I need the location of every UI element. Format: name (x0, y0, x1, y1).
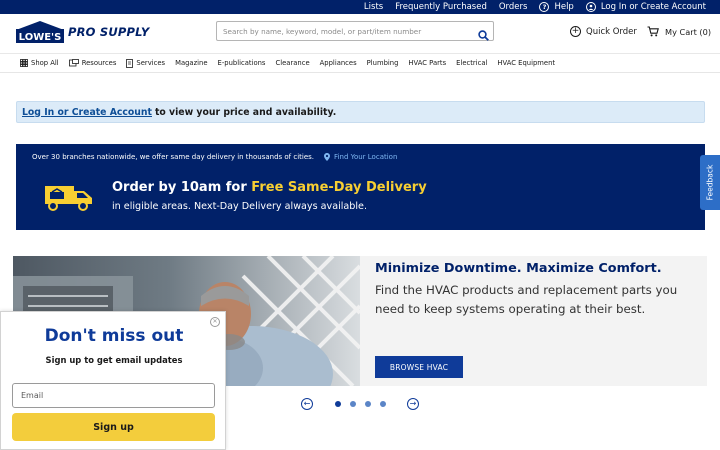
signup-button[interactable]: Sign up (12, 413, 215, 441)
carousel-dot-2[interactable] (350, 401, 356, 407)
find-location-link[interactable]: Find Your Location (324, 153, 397, 161)
header: LOWE'S PRO SUPPLY + Quick Order My Cart … (0, 14, 720, 54)
quick-order-button[interactable]: + Quick Order (570, 26, 637, 37)
orders-link[interactable]: Orders (499, 2, 528, 12)
nav-item-magazine[interactable]: Magazine (175, 59, 207, 67)
grid-icon (20, 59, 28, 67)
help-link[interactable]: ? Help (539, 2, 574, 12)
delivery-truck-icon (44, 182, 94, 216)
services-icon (126, 58, 134, 68)
arrow-right-icon: → (409, 399, 417, 408)
email-signup-popup: ✕ Don't miss out Sign up to get email up… (0, 311, 226, 450)
plus-circle-icon: + (570, 26, 581, 37)
question-circle-icon: ? (539, 2, 550, 12)
resources-icon (68, 59, 79, 67)
hero-text: Find the HVAC products and replacement p… (375, 283, 678, 316)
carousel-dot-1[interactable] (335, 401, 341, 407)
promo-subline: in eligible areas. Next-Day Delivery alw… (112, 201, 368, 212)
cart-button[interactable]: My Cart (0) (647, 26, 711, 37)
login-notice: Log In or Create Account to view your pr… (16, 101, 705, 123)
nav-item-clearance[interactable]: Clearance (275, 59, 309, 67)
email-input[interactable] (12, 383, 215, 408)
orders-label: Orders (498, 2, 528, 12)
logo-pro-supply-text: PRO SUPPLY (68, 25, 150, 39)
nav-label: Resources (81, 59, 117, 67)
nav-item-services[interactable]: Services (126, 58, 166, 68)
branches-text: Over 30 branches nationwide, we offer sa… (32, 153, 315, 161)
logo-brand-text: LOWE'S (19, 32, 62, 43)
hero-title: Minimize Downtime. Maximize Comfort. (375, 261, 662, 276)
promo-headline: Order by 10am for Free Same-Day Delivery (112, 180, 427, 195)
frequently-purchased-link[interactable]: Frequently Purchased (395, 2, 487, 12)
lowes-logo-mark: LOWE'S (16, 21, 64, 43)
frequently-purchased-label: Frequently Purchased (395, 2, 487, 12)
nav-label: Shop All (31, 59, 59, 67)
promo-headline-highlight: Free Same-Day Delivery (251, 180, 427, 195)
carousel-prev-button[interactable]: ← (301, 398, 313, 410)
login-notice-text: to view your price and availability. (154, 106, 337, 118)
search-input[interactable] (223, 26, 478, 36)
nav-item-electrical[interactable]: Electrical (456, 59, 487, 67)
login-label: Log In or Create Account (600, 2, 706, 12)
help-label: Help (554, 2, 574, 12)
find-location-label: Find Your Location (334, 153, 398, 161)
nav-item-resources[interactable]: Resources (68, 59, 117, 67)
delivery-promo-banner: Over 30 branches nationwide, we offer sa… (16, 144, 705, 230)
branches-line: Over 30 branches nationwide, we offer sa… (32, 153, 397, 161)
search-box (216, 21, 494, 41)
popup-title: Don't miss out (44, 326, 184, 346)
arrow-left-icon: ← (303, 399, 311, 408)
feedback-label: Feedback (705, 164, 715, 201)
lists-link[interactable]: Lists (364, 2, 383, 12)
cart-icon (647, 26, 659, 37)
nav-item-appliances[interactable]: Appliances (320, 59, 357, 67)
quick-order-label: Quick Order (586, 26, 637, 37)
feedback-tab[interactable]: Feedback (700, 155, 720, 210)
carousel-next-button[interactable]: → (407, 398, 419, 410)
promo-headline-prefix: Order by 10am for (112, 180, 247, 195)
map-pin-icon (324, 153, 331, 161)
top-utility-bar: Lists Frequently Purchased Orders ? Help… (0, 0, 720, 14)
login-link[interactable]: Log In or Create Account (585, 2, 706, 12)
carousel-dot-3[interactable] (365, 401, 371, 407)
nav-item-hvac-equipment[interactable]: HVAC Equipment (497, 59, 555, 67)
nav-item-plumbing[interactable]: Plumbing (367, 59, 399, 67)
search-icon[interactable] (478, 26, 489, 45)
browse-hvac-button[interactable]: BROWSE HVAC (375, 356, 463, 378)
cart-label: My Cart (0) (665, 26, 712, 37)
lowes-pro-supply-logo[interactable]: LOWE'S PRO SUPPLY (16, 21, 149, 43)
nav-item-hvac-parts[interactable]: HVAC Parts (408, 59, 446, 67)
nav-item-e-publications[interactable]: E-publications (218, 59, 266, 67)
popup-subtitle: Sign up to get email updates (45, 355, 183, 365)
main-nav: Shop All Resources Services Magazine E-p… (0, 54, 720, 73)
lists-label: Lists (363, 2, 384, 12)
carousel-dot-4[interactable] (380, 401, 386, 407)
nav-label: Services (136, 59, 166, 67)
nav-item-shop-all[interactable]: Shop All (20, 59, 59, 67)
user-circle-icon (585, 2, 596, 12)
login-notice-link[interactable]: Log In or Create Account (22, 107, 152, 118)
